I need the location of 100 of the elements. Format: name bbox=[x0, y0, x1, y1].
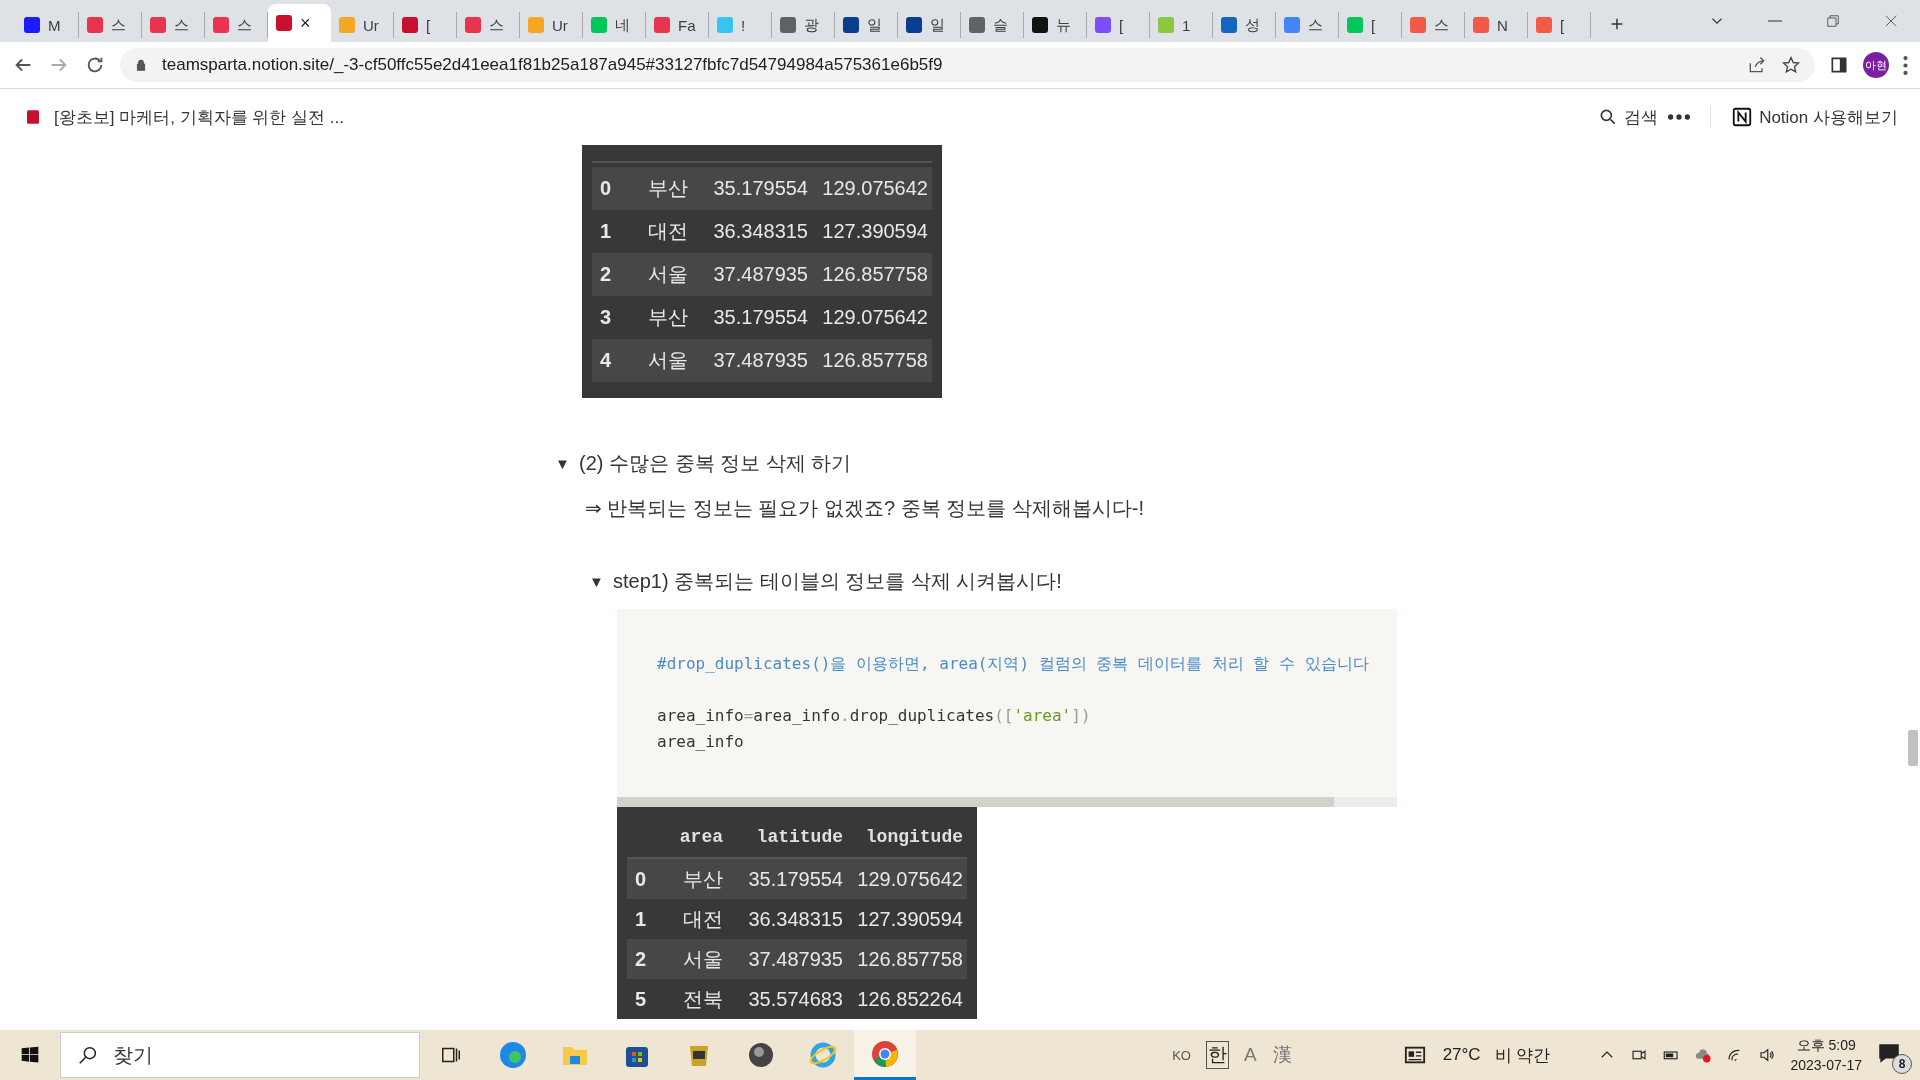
share-icon bbox=[1747, 55, 1767, 75]
toggle-arrow[interactable]: ▼ bbox=[589, 573, 601, 590]
restore-icon bbox=[1824, 12, 1842, 30]
side-panel-icon bbox=[1829, 55, 1849, 75]
browser-tab[interactable]: Ur bbox=[331, 12, 394, 38]
browser-tab[interactable]: 뉴 bbox=[1024, 12, 1087, 38]
chrome-icon[interactable] bbox=[854, 1030, 916, 1080]
cloud-error-icon bbox=[1694, 1046, 1713, 1064]
table-cell-text: 대전 bbox=[647, 219, 689, 244]
browser-tab[interactable]: 일 bbox=[835, 12, 898, 38]
table-cell-text: 대전 bbox=[682, 906, 724, 932]
table-cell-text: 129.075642 bbox=[821, 177, 929, 200]
browser-tab[interactable]: 스 bbox=[457, 12, 520, 38]
row-index: 0 bbox=[634, 867, 648, 891]
table-cell-text: 127.390594 bbox=[856, 907, 964, 931]
breadcrumb[interactable]: [왕초보] 마케터, 기획자를 위한 실전 ... bbox=[54, 105, 344, 129]
code-line: area_info bbox=[657, 731, 745, 753]
table-cell-text: 35.574683 bbox=[747, 987, 844, 1011]
search-button[interactable]: 검색 bbox=[1598, 105, 1659, 129]
browser-tab[interactable]: [ bbox=[1339, 12, 1402, 38]
table-cell-text: 126.857758 bbox=[821, 263, 929, 286]
toggle-arrow[interactable]: ▼ bbox=[555, 455, 567, 472]
code-line: area_info=area_info.drop_duplicates(['area']) bbox=[657, 705, 1092, 727]
table-cell-text: 37.487935 bbox=[712, 263, 809, 286]
browser-tab[interactable]: 슬 bbox=[961, 12, 1024, 38]
input-method-indicator[interactable]: KO bbox=[1171, 1047, 1192, 1063]
table-cell-text: 부산 bbox=[682, 866, 724, 892]
table-cell-text: 126.852264 bbox=[856, 987, 964, 1011]
row-index: 2 bbox=[599, 263, 613, 286]
browser-tab[interactable]: M bbox=[16, 12, 79, 38]
profile-avatar[interactable]: 아현 bbox=[1863, 52, 1889, 78]
row-index: 4 bbox=[599, 349, 613, 372]
browser-tab[interactable]: 네 bbox=[583, 12, 646, 38]
browser-tab[interactable]: 스 bbox=[1276, 12, 1339, 38]
plus-icon bbox=[1609, 16, 1625, 32]
close-icon[interactable]: × bbox=[300, 12, 311, 34]
try-notion-button[interactable]: Notion 사용해보기 bbox=[1731, 105, 1898, 129]
table-cell-text: 전북 bbox=[682, 986, 724, 1012]
more-icon bbox=[1668, 114, 1691, 120]
table-cell-text: 129.075642 bbox=[821, 306, 929, 329]
notification-count: 8 bbox=[1892, 1054, 1912, 1074]
browser-tab[interactable]: Ur bbox=[520, 12, 583, 38]
url-text: teamsparta.notion.site/_-3-cf50ffc55e2d41eea1f81b25a187a945#33127fbfc7d54794984a575361e6b5f9 bbox=[162, 55, 943, 75]
table-cell-text: 서울 bbox=[647, 348, 689, 373]
scrollbar-thumb[interactable] bbox=[1908, 730, 1918, 766]
clock[interactable]: 오후 5:09 2023-07-17 bbox=[1790, 1035, 1862, 1075]
minimize-icon bbox=[1768, 20, 1782, 22]
more-icon bbox=[1903, 55, 1908, 75]
row-index: 5 bbox=[634, 987, 648, 1011]
browser-tab[interactable]: ! bbox=[709, 12, 772, 38]
input-method-indicator[interactable]: 한 bbox=[1205, 1041, 1229, 1069]
browser-tab[interactable]: 스 bbox=[142, 12, 205, 38]
table-cell-text: 35.179554 bbox=[747, 867, 844, 891]
lock-icon bbox=[134, 58, 148, 72]
browser-tab[interactable]: 스 bbox=[205, 12, 268, 38]
column-header: latitude bbox=[755, 827, 844, 847]
input-method-indicator[interactable]: A bbox=[1242, 1044, 1258, 1066]
table-cell-text: 37.487935 bbox=[747, 947, 844, 971]
volume-icon bbox=[1758, 1046, 1777, 1064]
table-cell-text: 서울 bbox=[682, 946, 724, 972]
browser-tab[interactable]: 성 bbox=[1213, 12, 1276, 38]
table-cell-text: 36.348315 bbox=[712, 220, 809, 243]
horizontal-scrollbar[interactable] bbox=[617, 797, 1397, 807]
browser-tab[interactable]: 광 bbox=[772, 12, 835, 38]
browser-tab[interactable]: 일 bbox=[898, 12, 961, 38]
browser-tab[interactable]: [ bbox=[1528, 12, 1591, 38]
browser-tab[interactable]: [ bbox=[394, 12, 457, 38]
column-header: longitude bbox=[864, 827, 964, 847]
windows-icon bbox=[20, 1045, 40, 1065]
row-index: 3 bbox=[599, 306, 613, 329]
table-cell-text: 36.348315 bbox=[747, 907, 844, 931]
body-text: ⇒ 반복되는 정보는 필요가 없겠죠? 중복 정보를 삭제해봅시다-! bbox=[585, 496, 1145, 521]
browser-tab[interactable]: × bbox=[268, 4, 331, 42]
table-cell-text: 35.179554 bbox=[712, 306, 809, 329]
table-cell-text: 126.857758 bbox=[856, 947, 964, 971]
browser-tab[interactable]: 스 bbox=[1402, 12, 1465, 38]
code-line: #drop_duplicates()을 이용하면, area(지역) 컬럼의 중복 데이터를 처리 할 수 있습니다 bbox=[657, 653, 1370, 675]
book-icon bbox=[24, 108, 42, 126]
browser-tab[interactable]: 1 bbox=[1150, 12, 1213, 38]
row-index: 2 bbox=[634, 947, 648, 971]
table-cell-text: 127.390594 bbox=[821, 220, 929, 243]
row-index: 0 bbox=[599, 177, 613, 200]
browser-tab[interactable]: N bbox=[1465, 12, 1528, 38]
address-bar[interactable]: teamsparta.notion.site/_-3-cf50ffc55e2d41eea1f81b25a187a945#33127fbfc7d54794984a575361e6b5f9 bbox=[120, 48, 1815, 82]
temperature[interactable]: 27°C bbox=[1442, 1045, 1481, 1065]
star-icon bbox=[1781, 55, 1801, 75]
table-cell-text: 부산 bbox=[647, 305, 689, 330]
browser-tab[interactable]: 스 bbox=[79, 12, 142, 38]
column-header: area bbox=[678, 827, 724, 847]
taskbar-search-field[interactable]: 찾기 bbox=[60, 1032, 420, 1078]
browser-tab[interactable]: [ bbox=[1087, 12, 1150, 38]
weather-text[interactable]: 비 약간 bbox=[1494, 1043, 1551, 1067]
table-cell-text: 35.179554 bbox=[712, 177, 809, 200]
toggle-title: (2) 수많은 중복 정보 삭제 하기 bbox=[579, 451, 852, 476]
input-method-indicator[interactable]: 漢 bbox=[1271, 1042, 1293, 1068]
table-cell-text: 서울 bbox=[647, 262, 689, 287]
browser-tab[interactable]: Fa bbox=[646, 12, 709, 38]
row-index: 1 bbox=[634, 907, 648, 931]
table-cell-text: 부산 bbox=[647, 176, 689, 201]
table-cell-text: 129.075642 bbox=[856, 867, 964, 891]
